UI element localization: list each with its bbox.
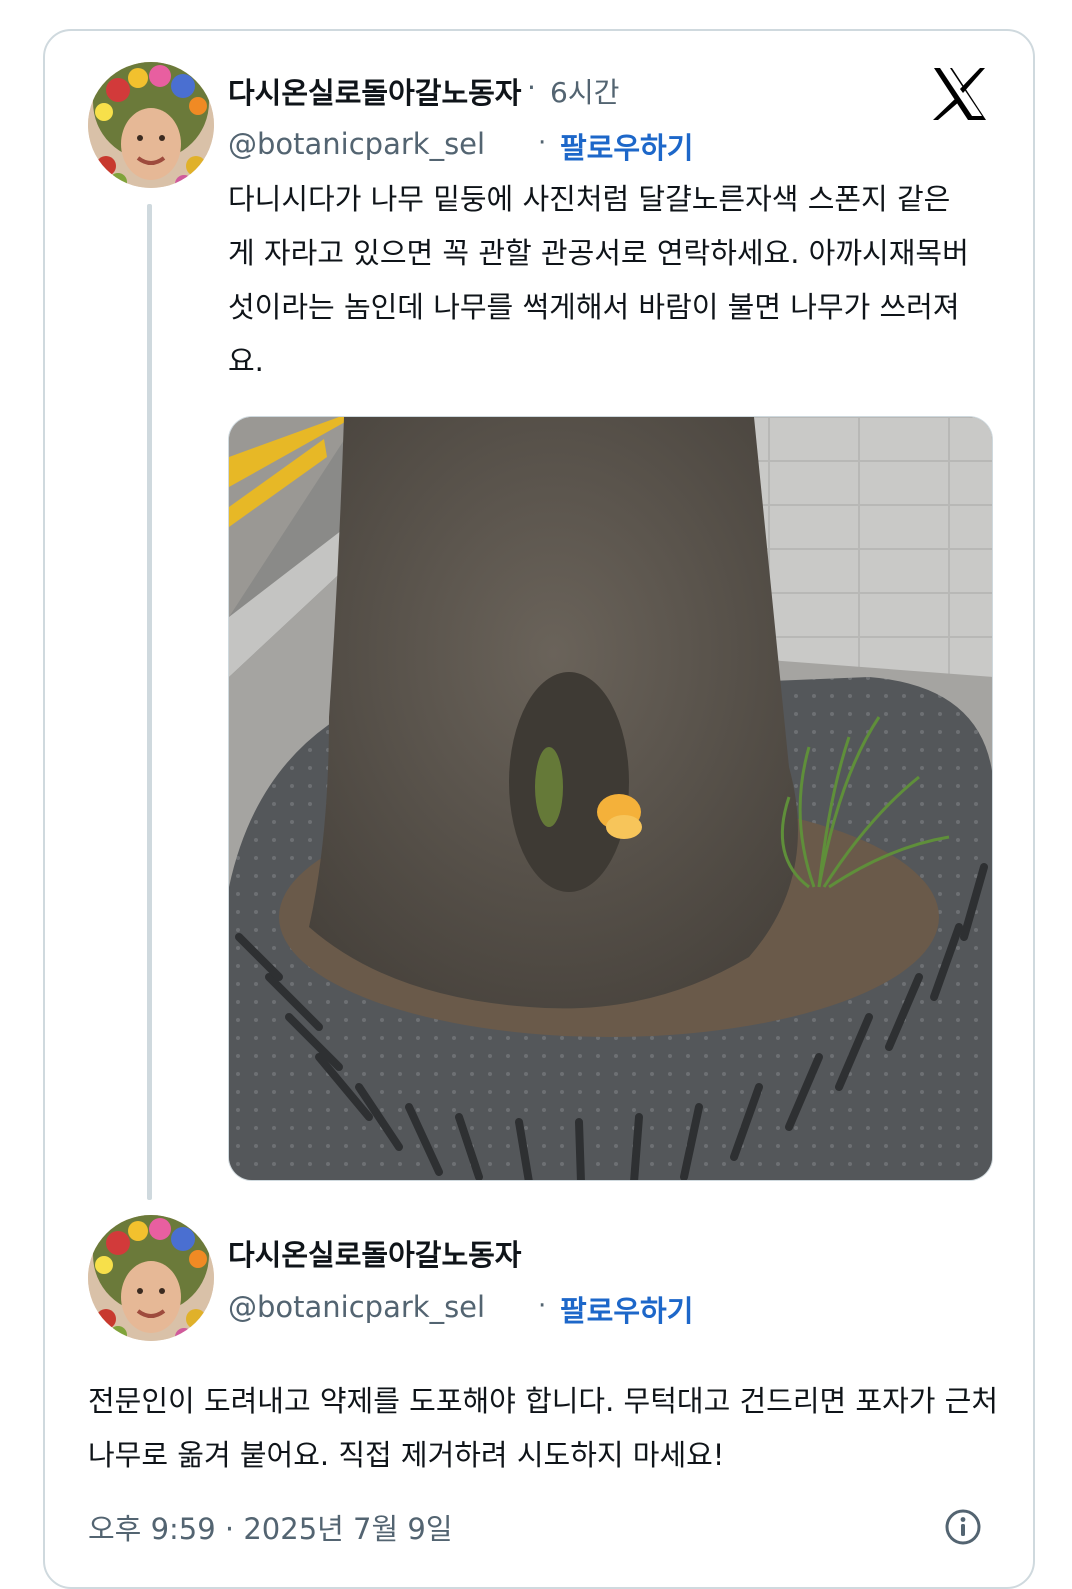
user-avatar[interactable] <box>88 1215 214 1341</box>
tweet-text-line: 다니시다가 나무 밑둥에 사진처럼 달걀노른자색 스폰지 같은 <box>228 182 951 216</box>
x-logo-icon[interactable] <box>930 64 990 124</box>
display-name[interactable]: 다시온실로돌아갈노동자 <box>228 1232 521 1274</box>
tweet-timestamp[interactable]: 오후 9:59 · 2025년 7월 9일 <box>88 1506 453 1548</box>
user-handle[interactable]: @botanicpark_sel <box>228 1290 485 1324</box>
follow-button[interactable]: 팔로우하기 <box>560 1288 693 1330</box>
info-icon[interactable] <box>944 1508 982 1546</box>
user-avatar[interactable] <box>88 62 214 188</box>
tweet-text-line: 요. <box>228 344 264 378</box>
handle-separator: · <box>538 128 547 158</box>
tweet-photo[interactable] <box>228 416 993 1181</box>
tweet-text-line: 전문인이 도려내고 약제를 도포해야 합니다. 무턱대고 건드리면 포자가 근처 <box>88 1384 999 1418</box>
follow-button[interactable]: 팔로우하기 <box>560 125 693 167</box>
tweet-text: 다니시다가 나무 밑둥에 사진처럼 달걀노른자색 스폰지 같은 게 자라고 있으… <box>228 172 1008 388</box>
user-handle[interactable]: @botanicpark_sel <box>228 127 485 161</box>
handle-separator: · <box>538 1291 547 1321</box>
tweet-text-line: 게 자라고 있으면 꼭 관할 관공서로 연락하세요. 아까시재목버 <box>228 236 969 270</box>
thread-connector-line <box>147 204 152 1200</box>
tweet-text: 전문인이 도려내고 약제를 도포해야 합니다. 무턱대고 건드리면 포자가 근처… <box>88 1374 1028 1482</box>
time-separator: · <box>527 71 536 104</box>
tweet-text-line: 나무로 옮겨 붙어요. 직접 제거하려 시도하지 마세요! <box>88 1438 725 1472</box>
tweet-text-line: 섯이라는 놈인데 나무를 썩게해서 바람이 불면 나무가 쓰러져 <box>228 290 960 324</box>
relative-time[interactable]: 6시간 <box>550 71 619 111</box>
display-name[interactable]: 다시온실로돌아갈노동자 <box>228 70 521 112</box>
